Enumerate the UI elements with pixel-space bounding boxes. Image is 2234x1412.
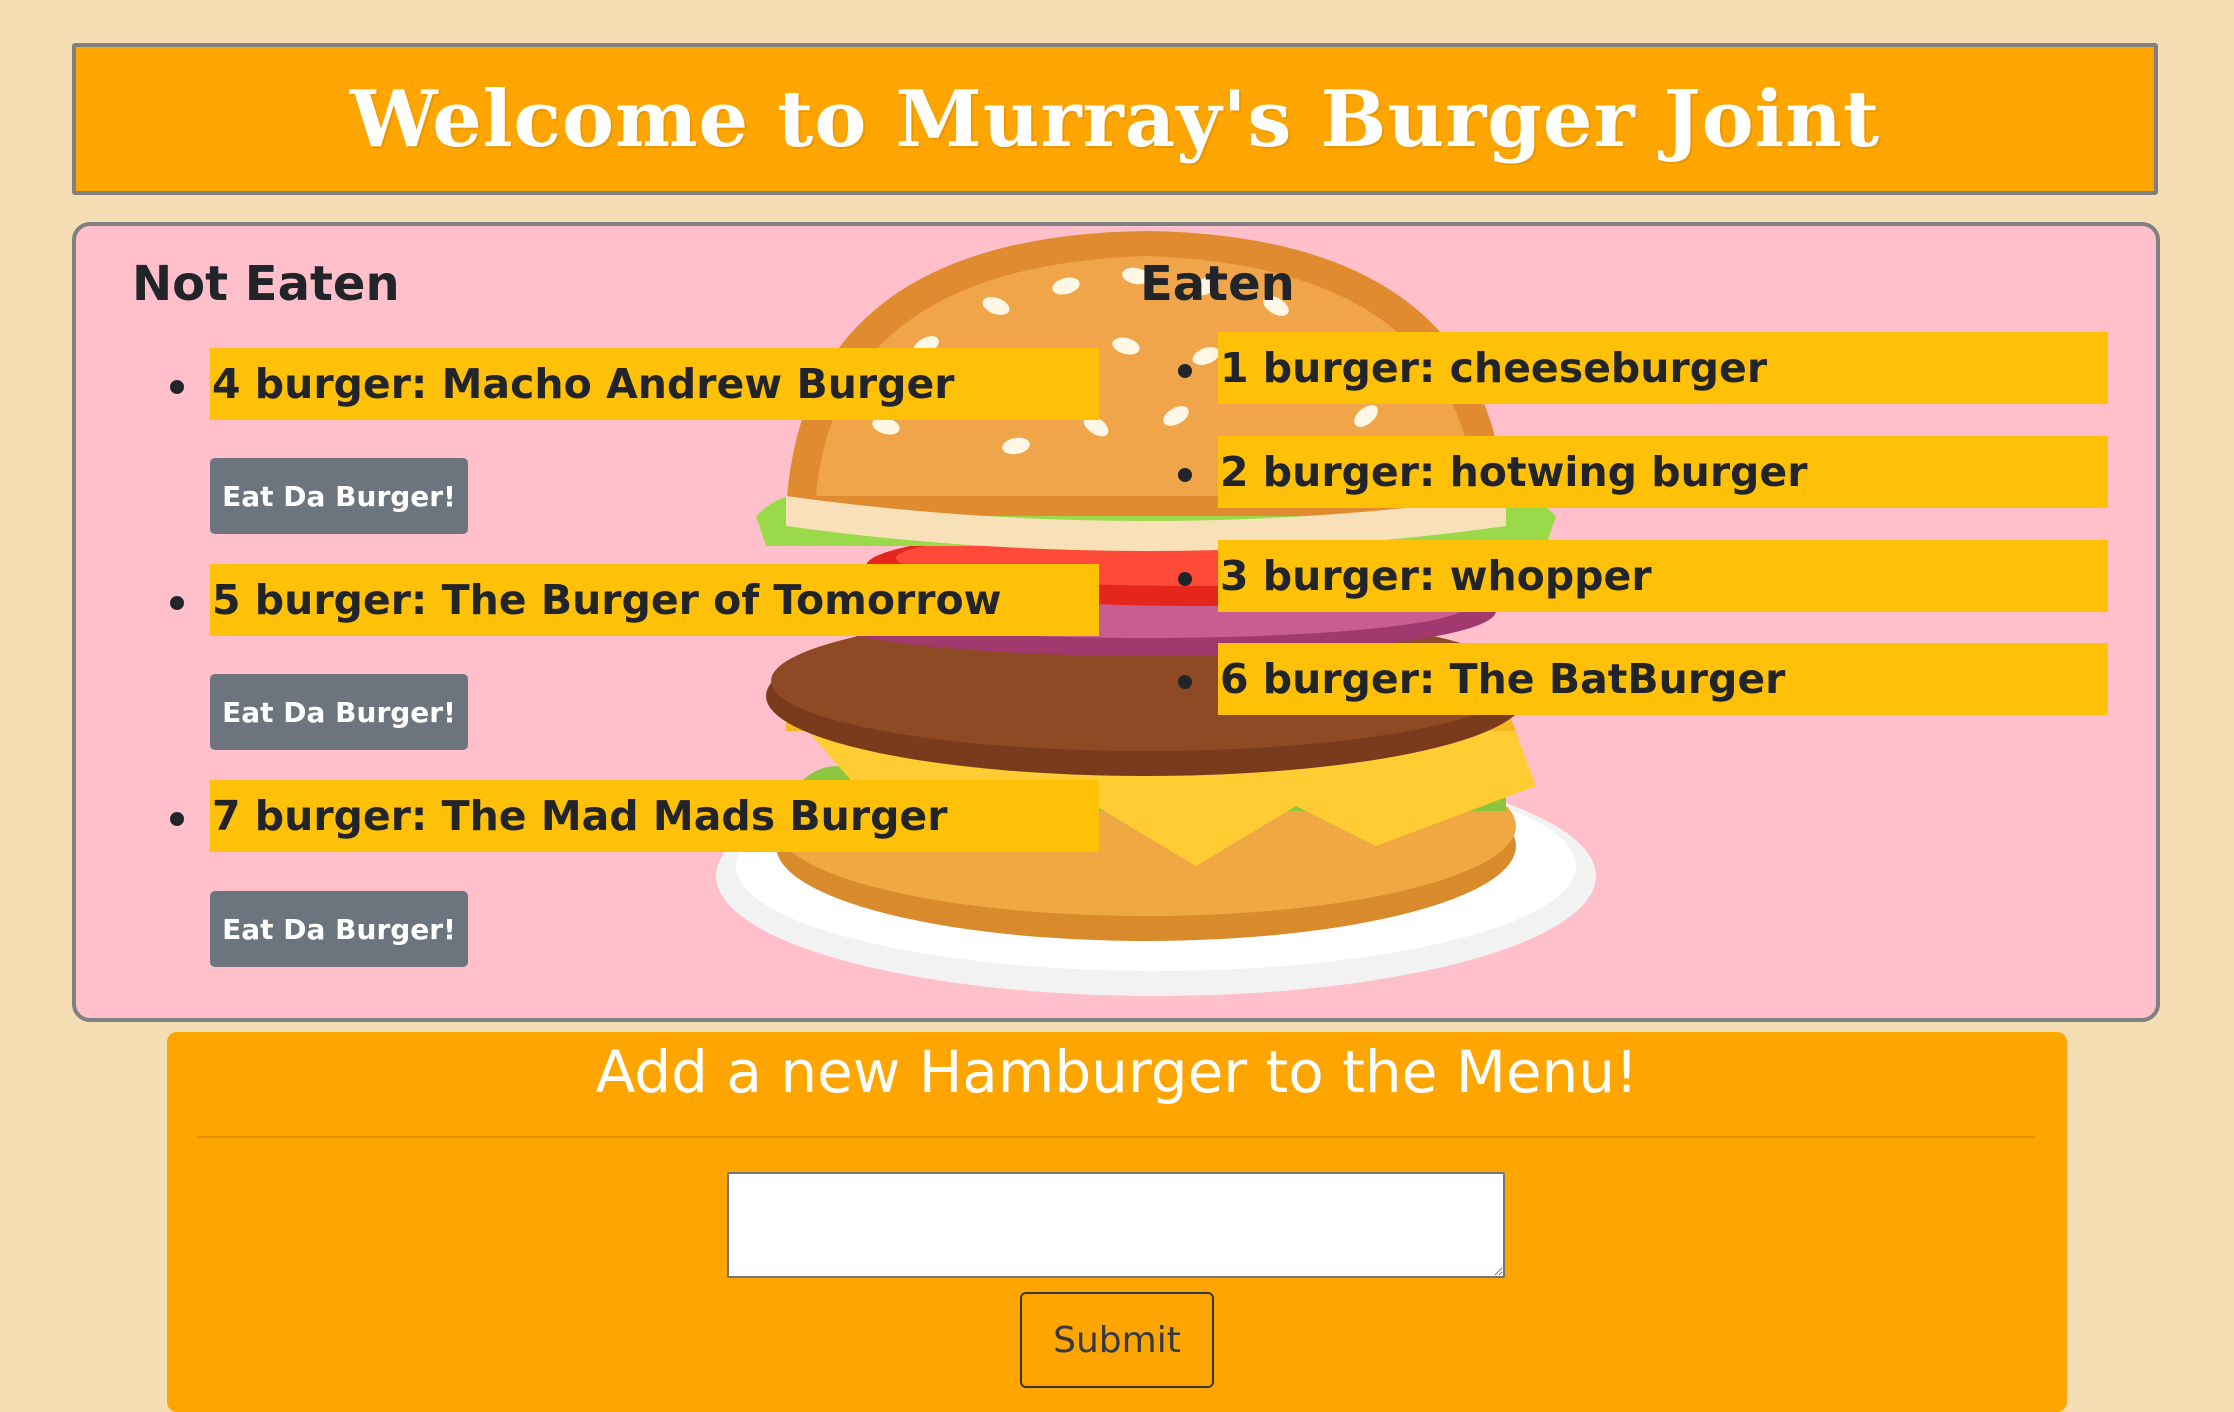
add-burger-form: Add a new Hamburger to the Menu! Submit xyxy=(167,1032,2067,1412)
burger-name-input[interactable] xyxy=(727,1172,1505,1278)
eat-burger-button[interactable]: Eat Da Burger! xyxy=(210,458,468,534)
not-eaten-heading: Not Eaten xyxy=(132,256,400,312)
list-item: 7 burger: The Mad Mads Burger xyxy=(210,780,1099,852)
list-bullet xyxy=(170,812,184,826)
list-item: 4 burger: Macho Andrew Burger xyxy=(210,348,1099,420)
list-bullet xyxy=(1178,572,1192,586)
list-bullet xyxy=(170,380,184,394)
list-bullet xyxy=(1178,675,1192,689)
submit-button[interactable]: Submit xyxy=(1020,1292,1214,1388)
list-item: 2 burger: hotwing burger xyxy=(1218,436,2108,508)
page-title: Welcome to Murray's Burger Joint xyxy=(349,73,1881,165)
eat-burger-button[interactable]: Eat Da Burger! xyxy=(210,891,468,967)
list-item: 3 burger: whopper xyxy=(1218,540,2108,612)
list-item: 6 burger: The BatBurger xyxy=(1218,643,2108,715)
list-item: 1 burger: cheeseburger xyxy=(1218,332,2108,404)
list-item: 5 burger: The Burger of Tomorrow xyxy=(210,564,1099,636)
form-divider xyxy=(197,1136,2035,1138)
list-bullet xyxy=(1178,364,1192,378)
eaten-heading: Eaten xyxy=(1140,256,1295,312)
list-bullet xyxy=(170,596,184,610)
eat-burger-button[interactable]: Eat Da Burger! xyxy=(210,674,468,750)
form-title: Add a new Hamburger to the Menu! xyxy=(595,1038,1639,1106)
burger-menu-panel: Not Eaten Eaten 4 burger: Macho Andrew B… xyxy=(72,222,2160,1022)
list-bullet xyxy=(1178,468,1192,482)
page-header: Welcome to Murray's Burger Joint xyxy=(72,43,2158,195)
